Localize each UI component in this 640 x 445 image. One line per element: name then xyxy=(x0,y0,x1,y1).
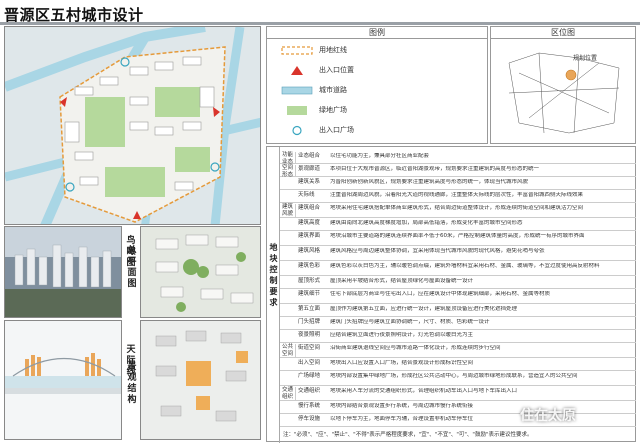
legend-item: 出入口广场 xyxy=(267,121,489,139)
requirement-text: 地块采用住宅建筑搭配单体商业建筑形式，结合周边街道整体设计，形成连续的街道空间和… xyxy=(330,205,584,211)
master-plan-map xyxy=(4,26,261,225)
requirement-subcategory: 建筑风格 xyxy=(298,248,321,254)
requirement-subcategory: 街道空间 xyxy=(298,345,321,351)
requirement-text: 建筑色彩以灰白色为主，辅以暖色调点缀，建筑外墙材料宜采用石材、金属、玻璃等，不宜… xyxy=(330,263,600,269)
legend-header: 图例 xyxy=(267,27,487,39)
legend-panel: 图例 用地红线 出入口位置 城市道路 绿地广场 出入口广场 xyxy=(266,26,488,144)
requirement-row: 天际线 注重晋阳湖周边风貌，沿着阳光大道的视线通廊，注重整体天际线的层次性，丰富晋… xyxy=(280,190,636,203)
requirement-subcategory: 出入空间 xyxy=(298,360,321,366)
footnote: 注："必须"、"应"、"禁止"、"不得"表示严格程度要求，"宜"、"不宜"、"可… xyxy=(283,432,533,438)
landscape-structure-image xyxy=(140,320,261,440)
location-map xyxy=(499,43,629,139)
legend-item: 出入口位置 xyxy=(267,61,489,79)
requirement-text: 地块内部设置集中绿地广场，形成社区公共活动中心，与周边城市绿地形成联系，营造宜人… xyxy=(330,373,578,379)
requirement-subcategory: 建筑界面 xyxy=(298,233,321,239)
requirement-text: 屋顶作为建筑第五立面，应进行统一设计，建筑屋顶设备应进行美化遮挡处理 xyxy=(330,306,518,312)
requirement-text: 住宅下部底层为商业与住宅出入口，应在建筑设计中体现建筑细部，采用石材、金属等材质 xyxy=(330,291,551,297)
requirement-text: 地块出入口应设置入口广场，结合景观设计形成标识性空间 xyxy=(330,360,474,366)
aerial-view-image xyxy=(4,226,122,318)
legend-item: 城市道路 xyxy=(267,81,489,99)
legend-item: 用地红线 xyxy=(267,41,489,59)
requirement-row: 公共空间 街道空间 沿街商业建筑退线空间应与城市道路一体化设计，形成连续的步行空间 xyxy=(280,343,636,358)
requirement-subcategory: 建筑组合 xyxy=(298,205,321,211)
requirement-subcategory: 第五立面 xyxy=(298,306,321,312)
requirement-row: 广场绿地 地块内部设置集中绿地广场，形成社区公共活动中心，与周边城市绿地形成联系，… xyxy=(280,371,636,386)
requirement-text: 以地下停车为主，地面停车为辅，合理设置非机动车停车位 xyxy=(330,416,474,422)
requirement-text: 沿街商业建筑退线空间应与城市道路一体化设计，形成连续的步行空间 xyxy=(330,345,501,351)
requirement-text: 地块采用人车分流的交通组织形式，合理组织机动车出入口与地下车库出入口 xyxy=(330,388,518,394)
skyline-image xyxy=(4,320,122,440)
location-panel: 区位图 规划位置 xyxy=(490,26,636,144)
requirement-subcategory: 建筑细节 xyxy=(298,291,321,297)
requirement-subcategory: 天际线 xyxy=(298,192,315,198)
requirement-subcategory: 业态组合 xyxy=(298,153,321,159)
requirement-text: 应结合建筑立面进行夜景照明设计，灯光色调以暖白光为主 xyxy=(330,332,474,338)
requirement-text: 地块沿城市主要道路的建筑连续界面率不低于60米，严格控制建筑体量的高度，形成统一… xyxy=(330,233,585,239)
requirement-subcategory: 建筑色彩 xyxy=(298,263,321,269)
requirement-text: 注重晋阳湖周边风貌，沿着阳光大道的视线通廊，注重整体天际线的层次性，丰富晋阳城西… xyxy=(330,192,584,198)
requirement-text: 本项目位于大规市晋源区，临近晋阳湖景观带，规划要求注重建筑的高度与形态的统一 xyxy=(330,166,540,172)
location-tag: 规划位置 xyxy=(573,55,598,62)
requirement-category: 功能业态 xyxy=(280,152,296,165)
big-category-label: 地块控制要求 xyxy=(269,243,278,307)
requirement-row: 建筑风格 建筑风格应与周边建筑整体协调，宜采用体现当代城市风貌的现代风格，避免花哨… xyxy=(280,246,636,261)
requirement-subcategory: 景观廊道 xyxy=(298,166,321,172)
requirement-row: 建筑色彩 建筑色彩以灰白色为主，辅以暖色调点缀，建筑外墙材料宜采用石材、金属、玻璃… xyxy=(280,261,636,276)
requirement-text: 地块内部结合景观设置步行系统，与周边城市慢行系统衔接 xyxy=(330,403,474,409)
requirement-row: 门头招牌 建筑门头招牌应与建筑立面协调统一，尺寸、材质、色彩统一设计 xyxy=(280,317,636,330)
header-divider xyxy=(0,22,640,25)
requirement-subcategory: 停车设施 xyxy=(298,416,321,422)
requirement-text: 以住宅功能为主，兼具部分社区商业配套 xyxy=(330,153,430,159)
green-square-icon xyxy=(281,105,313,116)
road-icon xyxy=(281,85,313,96)
requirement-subcategory: 建筑关系 xyxy=(298,179,321,185)
red-triangle-icon xyxy=(281,65,313,76)
requirement-text: 屋顶采用平坡结合形式，结合屋顶绿化与屋面设备统一设计 xyxy=(330,278,474,284)
plan-view-image xyxy=(140,226,261,318)
requirement-row: 空间形态 景观廊道 本项目位于大规市晋源区，临近晋阳湖景观带，规划要求注重建筑的高度… xyxy=(280,164,636,178)
requirement-row: 建筑界面 地块沿城市主要道路的建筑连续界面率不低于60米，严格控制建筑体量的高度，… xyxy=(280,231,636,246)
landscape-structure-label: 景观结构 xyxy=(127,362,137,405)
requirement-text: 建筑由南向北建筑高度梯度增加，局部高低错落，形成变化丰富的城市空间形态 xyxy=(330,220,523,226)
dashed-boundary-icon xyxy=(281,45,313,56)
requirement-row: 夜景照明 应结合建筑立面进行夜景照明设计，灯光色调以暖白光为主 xyxy=(280,330,636,343)
requirements-table: 地块控制要求 功能业态 业态组合 以住宅功能为主，兼具部分社区商业配套空间形态 景观廊… xyxy=(266,146,636,443)
requirement-row: 功能业态 业态组合 以住宅功能为主，兼具部分社区商业配套 xyxy=(280,151,636,165)
location-header: 区位图 xyxy=(491,27,635,39)
requirement-subcategory: 建筑高度 xyxy=(298,220,321,226)
requirement-row: 停车设施 以地下停车为主，地面停车为辅，合理设置非机动车停车位 xyxy=(280,414,636,427)
requirement-row: 建筑关系 为晋阳创新创新风貌区，规划要求注重建筑高度与形态的统一，体现当代城市风貌 xyxy=(280,177,636,190)
requirement-row: 慢行系统 地块内部结合景观设置步行系统，与周边城市慢行系统衔接 xyxy=(280,401,636,414)
requirement-row: 建筑高度 建筑由南向北建筑高度梯度增加，局部高低错落，形成变化丰富的城市空间形态 xyxy=(280,218,636,231)
requirement-row: 屋顶形式 屋顶采用平坡结合形式，结合屋顶绿化与屋面设备统一设计 xyxy=(280,276,636,289)
requirement-subcategory: 慢行系统 xyxy=(298,403,321,409)
legend-item: 绿地广场 xyxy=(267,101,489,119)
requirement-category: 空间形态 xyxy=(280,165,296,178)
requirement-text: 为晋阳创新创新风貌区，规划要求注重建筑高度与形态的统一，体现当代城市风貌 xyxy=(330,179,529,185)
circle-icon xyxy=(281,125,313,136)
requirement-category: 公共空间 xyxy=(280,344,296,357)
requirement-subcategory: 门头招牌 xyxy=(298,319,321,325)
watermark: 住在太原 xyxy=(520,408,576,424)
requirement-subcategory: 交通组织 xyxy=(298,388,321,394)
requirement-category: 建筑风貌 xyxy=(280,204,296,217)
requirement-subcategory: 夜景照明 xyxy=(298,332,321,338)
requirement-subcategory: 广场绿地 xyxy=(298,373,321,379)
requirement-category: 交通组织 xyxy=(280,387,296,400)
requirement-text: 建筑门头招牌应与建筑立面协调统一，尺寸、材质、色彩统一设计 xyxy=(330,319,490,325)
requirement-row: 建筑风貌 建筑组合 地块采用住宅建筑搭配单体商业建筑形式，结合周边街道整体设计，形成… xyxy=(280,203,636,218)
requirement-row: 建筑细节 住宅下部底层为商业与住宅出入口，应在建筑设计中体现建筑细部，采用石材、金… xyxy=(280,289,636,304)
requirement-row: 第五立面 屋顶作为建筑第五立面，应进行统一设计，建筑屋顶设备应进行美化遮挡处理 xyxy=(280,304,636,317)
requirements-category-column: 地块控制要求 xyxy=(267,147,280,443)
plan-view-label: 总平面图 xyxy=(127,246,137,289)
requirement-row: 出入空间 地块出入口应设置入口广场，结合景观设计形成标识性空间 xyxy=(280,358,636,371)
requirement-row: 交通组织 交通组织 地块采用人车分流的交通组织形式，合理组织机动车出入口与地下车库出… xyxy=(280,386,636,401)
requirement-subcategory: 屋顶形式 xyxy=(298,278,321,284)
requirement-text: 建筑风格应与周边建筑整体协调，宜采用体现当代城市风貌的现代风格，避免花哨与夸张 xyxy=(330,248,545,254)
